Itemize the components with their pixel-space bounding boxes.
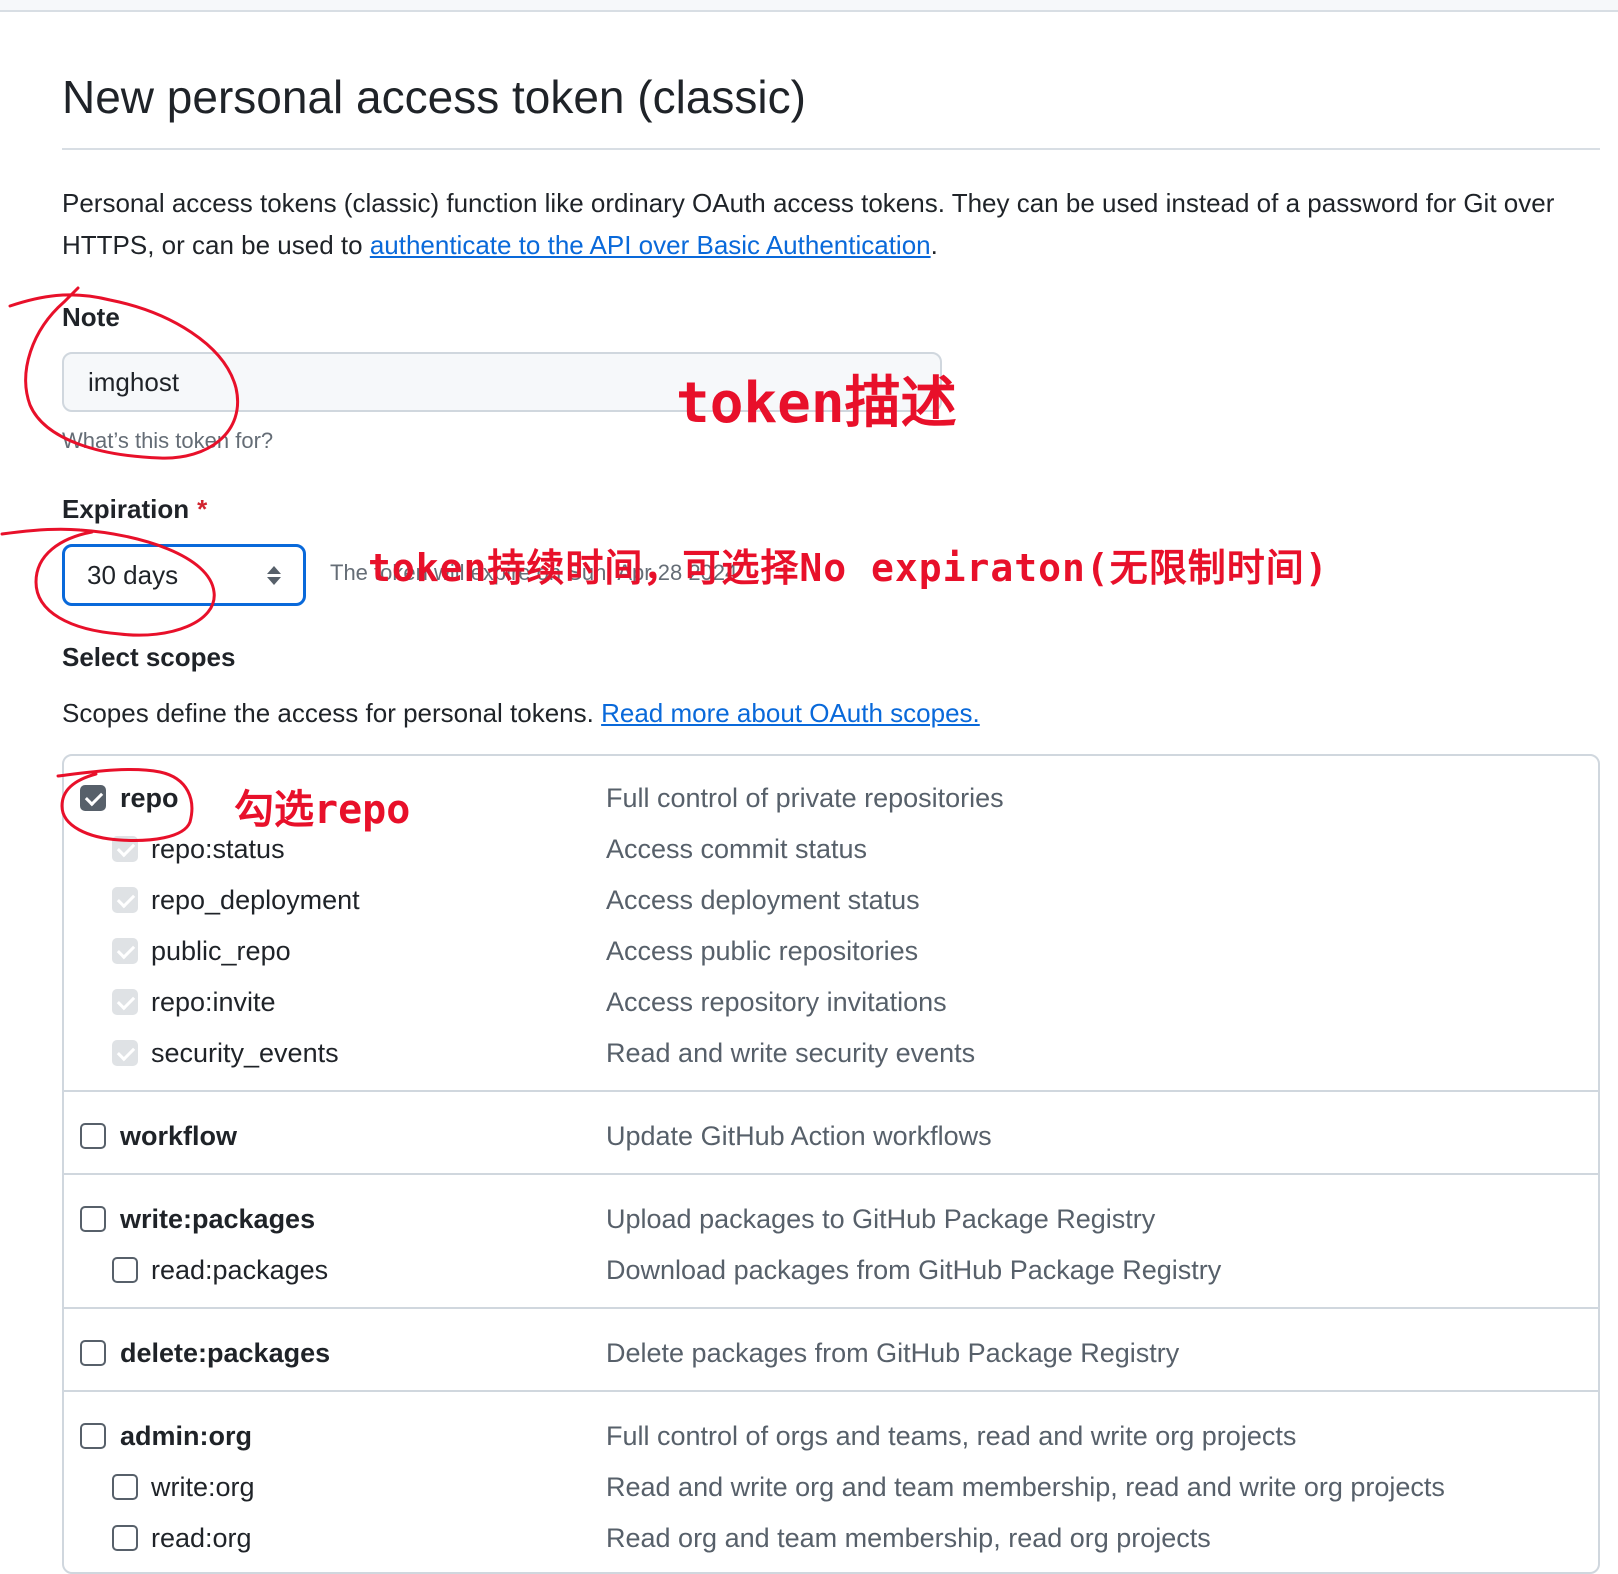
security-events-checkbox[interactable] [112,1040,138,1066]
expiration-label: Expiration [62,494,190,524]
repo-checkbox[interactable] [80,785,106,811]
scope-row-workflow: workflow Update GitHub Action workflows [64,1114,1598,1158]
intro-text: Personal access tokens (classic) functio… [62,182,1582,266]
repo-status-checkbox[interactable] [112,836,138,862]
scopes-description: Scopes define the access for personal to… [62,698,602,728]
annotation-token-duration: token持续时间，可选择No expiraton(无限制时间) [368,546,1329,590]
scope-name: write:packages [120,1204,316,1234]
scope-name: public_repo [151,936,291,966]
scope-row-read-packages: read:packages Download packages from Git… [64,1248,1598,1292]
delete-packages-checkbox[interactable] [80,1340,106,1366]
scope-description: Access public repositories [606,936,919,966]
group-divider [64,1090,1598,1092]
public-repo-checkbox[interactable] [112,938,138,964]
scope-description: Read and write security events [606,1038,976,1068]
scope-description: Read and write org and team membership, … [606,1472,1445,1502]
scope-name: repo_deployment [151,885,360,915]
workflow-checkbox[interactable] [80,1123,106,1149]
group-divider [64,1173,1598,1175]
scope-description: Read org and team membership, read org p… [606,1523,1211,1553]
expiration-selected-value: 30 days [87,559,179,590]
read-packages-checkbox[interactable] [112,1257,138,1283]
expiration-select[interactable]: 30 days [62,544,306,606]
expiration-label-row: Expiration * [62,492,207,526]
scope-name: repo [120,783,179,813]
scope-description: Upload packages to GitHub Package Regist… [606,1204,1156,1234]
scope-row-read-org: read:org Read org and team membership, r… [64,1516,1598,1560]
scope-row-security-events: security_events Read and write security … [64,1031,1598,1075]
group-divider [64,1390,1598,1392]
select-arrows-icon [267,565,281,585]
scope-description: Download packages from GitHub Package Re… [606,1255,1222,1285]
scope-row-repo-invite: repo:invite Access repository invitation… [64,980,1598,1024]
scope-row-write-org: write:org Read and write org and team me… [64,1465,1598,1509]
read-org-checkbox[interactable] [112,1525,138,1551]
page-title: New personal access token (classic) [62,71,806,123]
scope-name: write:org [151,1472,255,1502]
scope-row-admin-org: admin:org Full control of orgs and teams… [64,1414,1598,1458]
scope-description: Access commit status [606,834,868,864]
scope-row-delete-packages: delete:packages Delete packages from Git… [64,1331,1598,1375]
scope-name: repo:invite [151,987,276,1017]
write-packages-checkbox[interactable] [80,1206,106,1232]
scope-description: Access deployment status [606,885,920,915]
admin-org-checkbox[interactable] [80,1423,106,1449]
scope-name: read:packages [151,1255,329,1285]
scope-row-repo-deployment: repo_deployment Access deployment status [64,878,1598,922]
scope-name: security_events [151,1038,339,1068]
scope-description: Delete packages from GitHub Package Regi… [606,1338,1180,1368]
scope-description: Full control of private repositories [606,783,1004,813]
scopes-description-row: Scopes define the access for personal to… [62,694,980,732]
repo-invite-checkbox[interactable] [112,989,138,1015]
scope-name: repo:status [151,834,285,864]
scope-name: delete:packages [120,1338,331,1368]
note-label: Note [62,302,120,332]
scope-name: read:org [151,1523,252,1553]
scope-row-public-repo: public_repo Access public repositories [64,929,1598,973]
scope-name: admin:org [120,1421,252,1451]
scope-description: Full control of orgs and teams, read and… [606,1421,1297,1451]
title-divider [62,148,1600,150]
scope-row-write-packages: write:packages Upload packages to GitHub… [64,1197,1598,1241]
required-mark: * [197,494,208,524]
scope-description: Update GitHub Action workflows [606,1121,992,1151]
write-org-checkbox[interactable] [112,1474,138,1500]
scope-description: Access repository invitations [606,987,947,1017]
group-divider [64,1307,1598,1309]
oauth-scopes-link[interactable]: Read more about OAuth scopes. [601,698,980,728]
intro-end: . [930,230,938,260]
top-bar [0,0,1618,12]
note-hint: What’s this token for? [62,428,274,453]
scopes-heading: Select scopes [62,642,236,672]
basic-auth-link[interactable]: authenticate to the API over Basic Authe… [370,230,931,260]
repo-deployment-checkbox[interactable] [112,887,138,913]
scope-name: workflow [120,1121,238,1151]
annotation-check-repo: 勾选repo [234,787,411,833]
annotation-token-desc: token描述 [676,371,957,436]
